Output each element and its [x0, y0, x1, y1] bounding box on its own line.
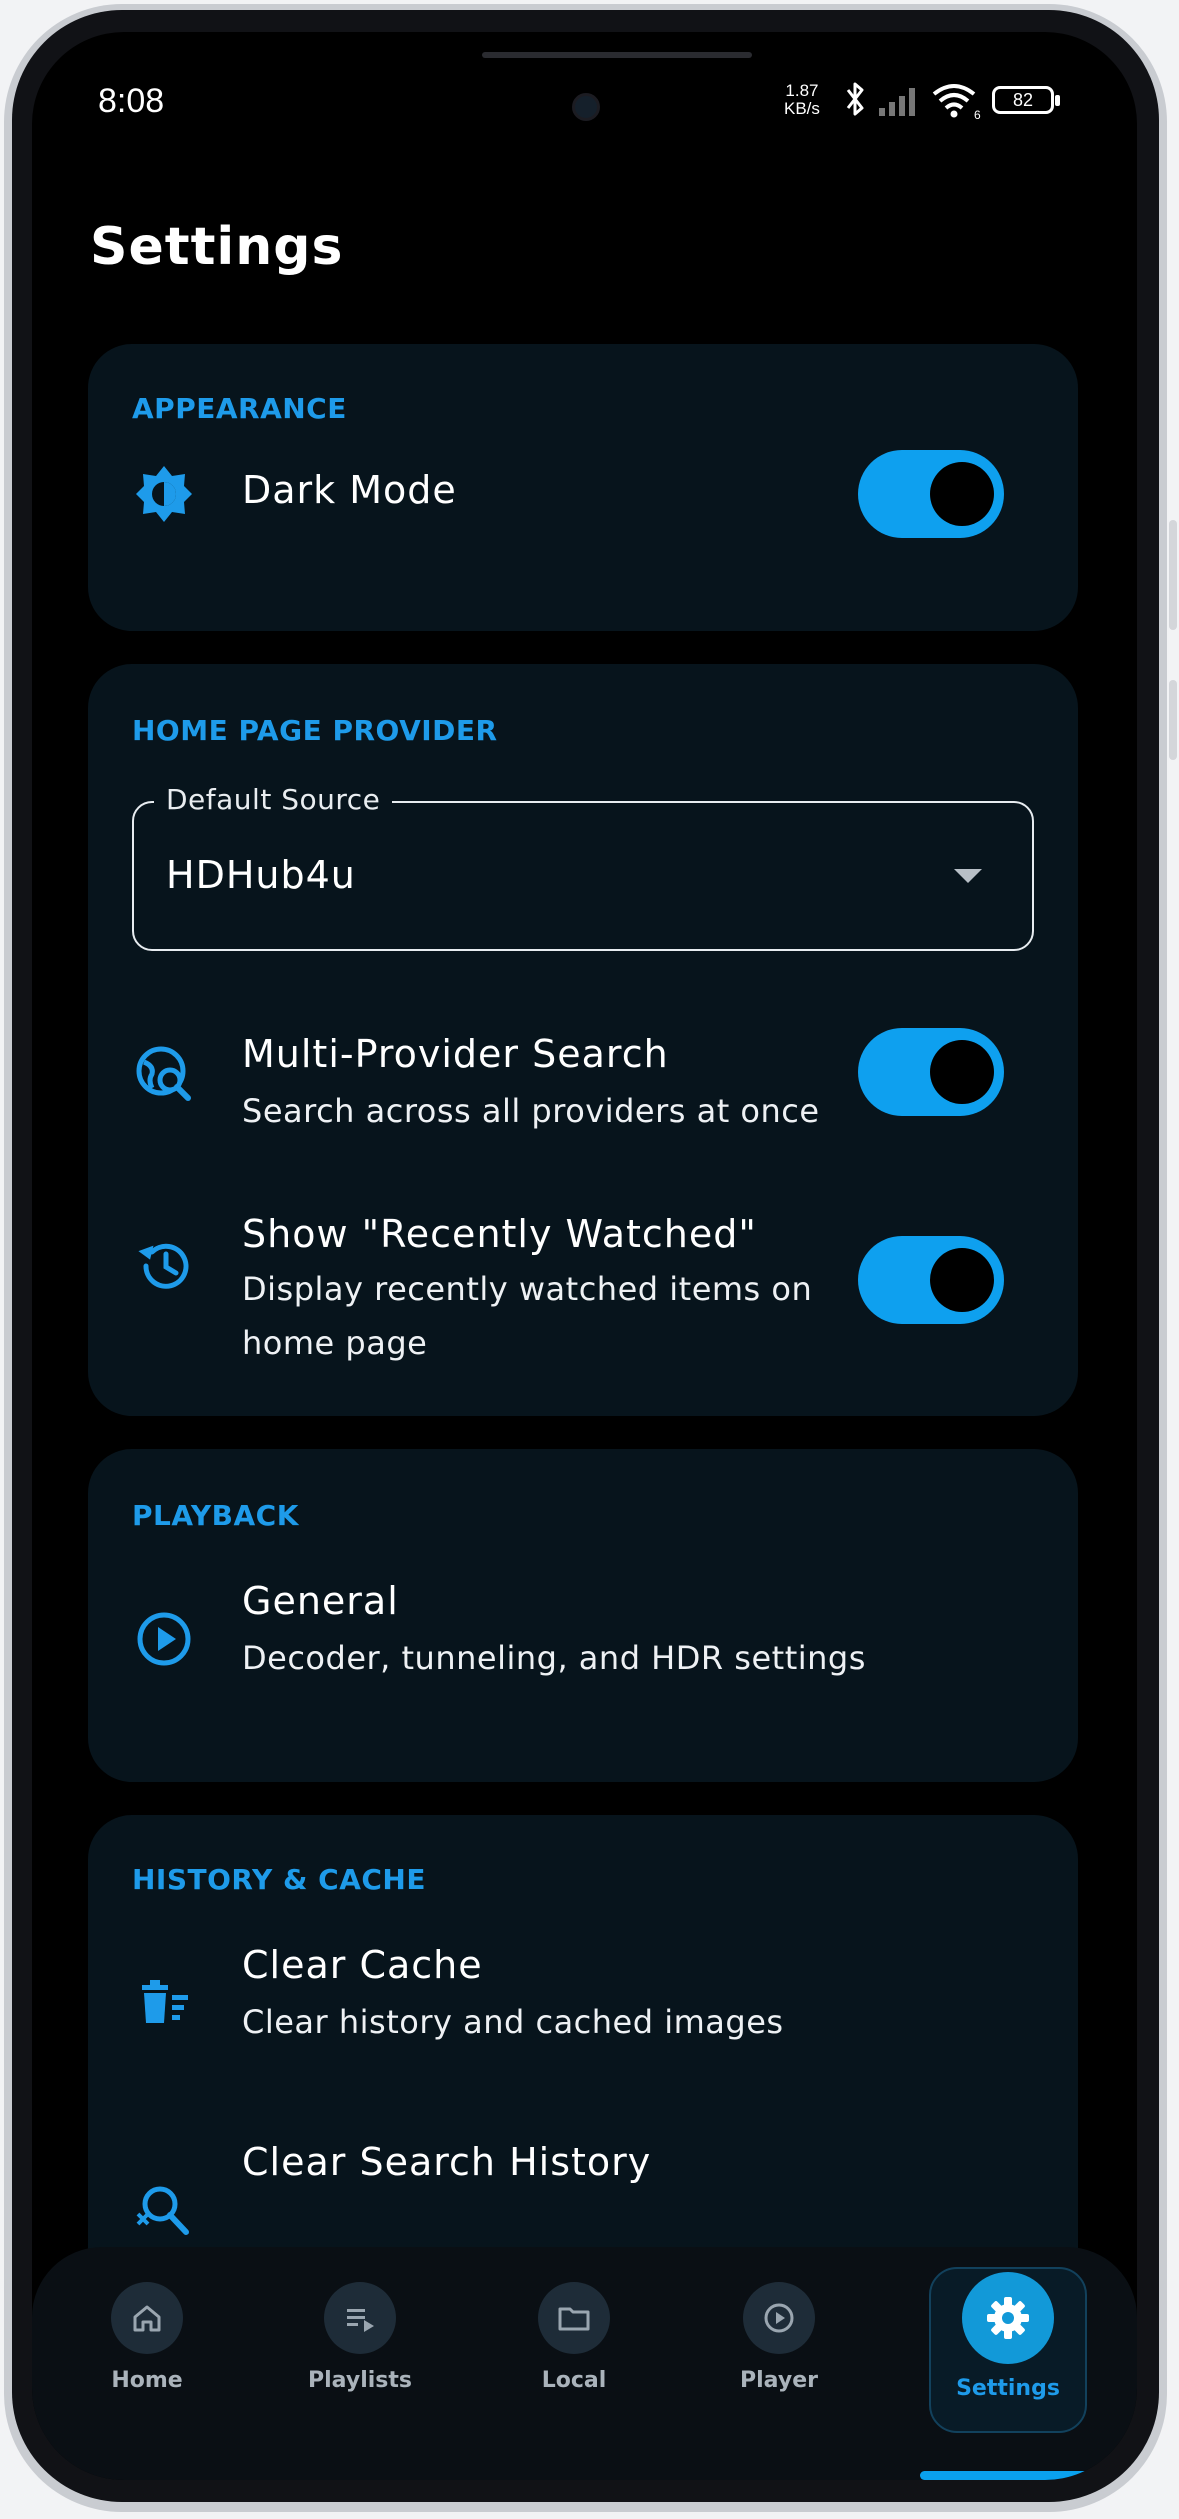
history-icon	[138, 1243, 189, 1289]
clear-cache-subtitle: Clear history and cached images	[242, 2003, 784, 2041]
clear-cache-row[interactable]: Clear Cache Clear history and cached ima…	[88, 1943, 1078, 2093]
playback-general-row[interactable]: General Decoder, tunneling, and HDR sett…	[88, 1579, 1078, 1729]
folder-icon	[558, 2307, 590, 2331]
nav-local-icon-bg	[538, 2282, 610, 2354]
play-circle-icon	[137, 1612, 191, 1666]
section-label-playback: PLAYBACK	[132, 1499, 299, 1532]
network-speed: 1.87 KB/s	[784, 82, 820, 118]
toggle-knob	[930, 462, 994, 526]
nav-playlists-label: Playlists	[308, 2368, 412, 2393]
nav-player[interactable]: Player	[704, 2282, 854, 2393]
clear-cache-title: Clear Cache	[242, 1943, 483, 1987]
multi-provider-subtitle: Search across all providers at once	[242, 1092, 820, 1130]
nav-settings-label: Settings	[956, 2376, 1060, 2401]
toggle-knob	[930, 1248, 994, 1312]
network-speed-value: 1.87	[785, 81, 819, 100]
home-provider-card: HOME PAGE PROVIDER Default Source HDHub4…	[88, 664, 1078, 1416]
dark-mode-label: Dark Mode	[242, 468, 457, 512]
default-source-legend: Default Source	[154, 783, 393, 816]
nav-player-icon-bg	[743, 2282, 815, 2354]
volume-button	[1169, 520, 1177, 630]
nav-playlists[interactable]: Playlists	[285, 2282, 435, 2393]
delete-sweep-icon	[142, 1980, 188, 2023]
signal-icon	[879, 88, 915, 116]
nav-local-label: Local	[541, 2368, 607, 2393]
battery-level: 82	[1012, 90, 1034, 110]
playback-card: PLAYBACK General Decoder, tunneling, and…	[88, 1449, 1078, 1782]
section-label-history-cache: HISTORY & CACHE	[132, 1863, 426, 1896]
nav-settings-icon-bg	[962, 2272, 1054, 2364]
recently-watched-subtitle-line2: home page	[242, 1324, 428, 1362]
nav-local[interactable]: Local	[499, 2282, 649, 2393]
nav-active-indicator	[920, 2471, 1096, 2480]
brightness-icon	[136, 466, 192, 522]
multi-provider-toggle[interactable]	[858, 1028, 1004, 1116]
page-title: Settings	[90, 217, 344, 277]
status-time: 8:08	[98, 82, 165, 120]
section-label-home-provider: HOME PAGE PROVIDER	[132, 714, 498, 747]
dark-mode-toggle[interactable]	[858, 450, 1004, 538]
gear-icon	[987, 2297, 1029, 2339]
front-camera	[572, 93, 600, 121]
network-speed-unit: KB/s	[784, 99, 820, 118]
default-source-dropdown[interactable]: Default Source HDHub4u	[132, 783, 1034, 951]
bluetooth-icon	[846, 82, 864, 116]
nav-home-label: Home	[111, 2368, 183, 2393]
wifi-icon: 6	[932, 84, 981, 120]
recently-watched-title: Show "Recently Watched"	[242, 1212, 757, 1256]
multi-provider-title: Multi-Provider Search	[242, 1032, 669, 1076]
nav-player-label: Player	[740, 2368, 818, 2393]
playback-general-subtitle: Decoder, tunneling, and HDR settings	[242, 1639, 866, 1677]
play-icon	[764, 2303, 794, 2333]
recently-watched-toggle[interactable]	[858, 1236, 1004, 1324]
search-off-icon	[136, 2186, 189, 2235]
section-label-appearance: APPEARANCE	[132, 392, 347, 425]
bottom-navigation: Home Playlists Local Player Settings	[32, 2247, 1137, 2480]
power-button	[1169, 680, 1177, 760]
status-bar: 8:08 1.87 KB/s 6 82	[32, 32, 1137, 172]
recently-watched-subtitle-line1: Display recently watched items on	[242, 1270, 813, 1308]
wifi-badge: 6	[974, 108, 981, 120]
nav-settings[interactable]: Settings	[929, 2272, 1087, 2401]
dropdown-arrow-icon	[954, 869, 982, 883]
default-source-value: HDHub4u	[166, 853, 356, 897]
toggle-knob	[930, 1040, 994, 1104]
nav-home-icon-bg	[111, 2282, 183, 2354]
clear-search-history-title: Clear Search History	[242, 2140, 652, 2184]
globe-search-icon	[136, 1046, 191, 1101]
nav-home[interactable]: Home	[72, 2282, 222, 2393]
screen: 8:08 1.87 KB/s 6 82 Settings APPEARANCE	[32, 32, 1137, 2480]
appearance-card: APPEARANCE Dark Mode	[88, 344, 1078, 631]
battery-icon: 82	[992, 86, 1060, 114]
home-icon	[133, 2305, 161, 2332]
playlist-icon	[347, 2309, 374, 2332]
nav-playlists-icon-bg	[324, 2282, 396, 2354]
playback-general-title: General	[242, 1579, 399, 1623]
